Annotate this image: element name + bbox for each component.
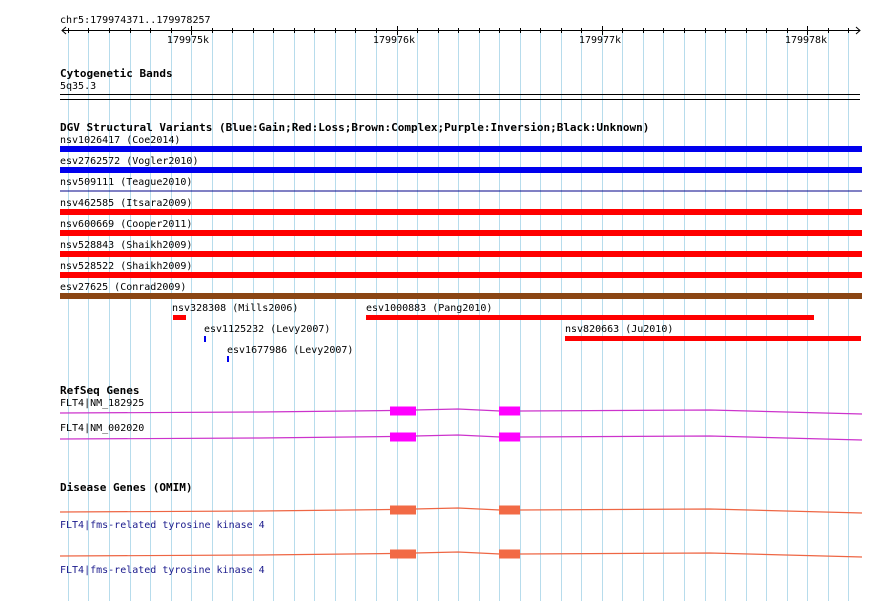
variant-bar xyxy=(60,251,862,257)
variant-bar xyxy=(60,190,862,192)
variant-bar xyxy=(173,315,186,320)
variant-bar xyxy=(366,315,814,320)
variant-label[interactable]: esv1125232 (Levy2007) xyxy=(204,324,330,335)
omim-gene-exon xyxy=(499,549,520,559)
variant-label[interactable]: nsv509111 (Teague2010) xyxy=(60,177,192,188)
omim-gene-exon xyxy=(499,505,520,515)
genome-browser-canvas xyxy=(59,26,863,601)
variant-label[interactable]: esv1000883 (Pang2010) xyxy=(366,303,492,314)
variant-label[interactable]: esv1677986 (Levy2007) xyxy=(227,345,353,356)
gene-label[interactable]: FLT4|NM_002020 xyxy=(60,423,144,434)
variant-label[interactable]: esv27625 (Conrad2009) xyxy=(60,282,186,293)
refseq-gene-exon xyxy=(499,432,520,442)
gene-label[interactable]: FLT4|NM_182925 xyxy=(60,398,144,409)
omim-gene-intron xyxy=(59,551,863,558)
variant-bar xyxy=(565,336,861,341)
refseq-track-title: RefSeq Genes xyxy=(60,384,140,397)
variant-bar xyxy=(60,272,862,278)
variant-label[interactable]: nsv1026417 (Coe2014) xyxy=(60,135,180,146)
refseq-gene-intron xyxy=(59,408,863,415)
refseq-gene-exon xyxy=(499,406,520,416)
omim-track-title: Disease Genes (OMIM) xyxy=(60,481,193,494)
variant-label[interactable]: nsv462585 (Itsara2009) xyxy=(60,198,192,209)
omim-gene-label[interactable]: FLT4|fms-related tyrosine kinase 4 xyxy=(60,520,265,531)
variant-bar xyxy=(227,356,229,362)
variant-bar xyxy=(60,230,862,236)
variant-label[interactable]: nsv600669 (Cooper2011) xyxy=(60,219,192,230)
omim-gene-exon xyxy=(390,549,416,559)
dgv-track-title: DGV Structural Variants (Blue:Gain;Red:L… xyxy=(60,121,650,134)
variant-label[interactable]: esv2762572 (Vogler2010) xyxy=(60,156,198,167)
variant-label[interactable]: nsv528522 (Shaikh2009) xyxy=(60,261,192,272)
variant-bar xyxy=(60,146,862,152)
variant-label[interactable]: nsv820663 (Ju2010) xyxy=(565,324,673,335)
tick-label: 179977k xyxy=(578,35,622,46)
omim-gene-intron xyxy=(59,507,863,514)
variant-bar xyxy=(60,167,862,173)
cytoband-label: 5q35.3 xyxy=(60,81,97,92)
omim-gene-exon xyxy=(390,505,416,515)
tick-label: 179975k xyxy=(166,35,210,46)
cytoband-track-title: Cytogenetic Bands xyxy=(60,67,173,80)
location-label: chr5:179974371..179978257 xyxy=(60,15,211,26)
variant-bar xyxy=(60,209,862,215)
refseq-gene-exon xyxy=(390,432,416,442)
variant-label[interactable]: nsv528843 (Shaikh2009) xyxy=(60,240,192,251)
variant-bar xyxy=(204,336,206,342)
variant-label[interactable]: nsv328308 (Mills2006) xyxy=(172,303,298,314)
refseq-gene-intron xyxy=(59,434,863,441)
omim-gene-label[interactable]: FLT4|fms-related tyrosine kinase 4 xyxy=(60,565,265,576)
variant-bar xyxy=(60,293,862,299)
tick-label: 179978k xyxy=(784,35,828,46)
refseq-gene-exon xyxy=(390,406,416,416)
tick-label: 179976k xyxy=(372,35,416,46)
